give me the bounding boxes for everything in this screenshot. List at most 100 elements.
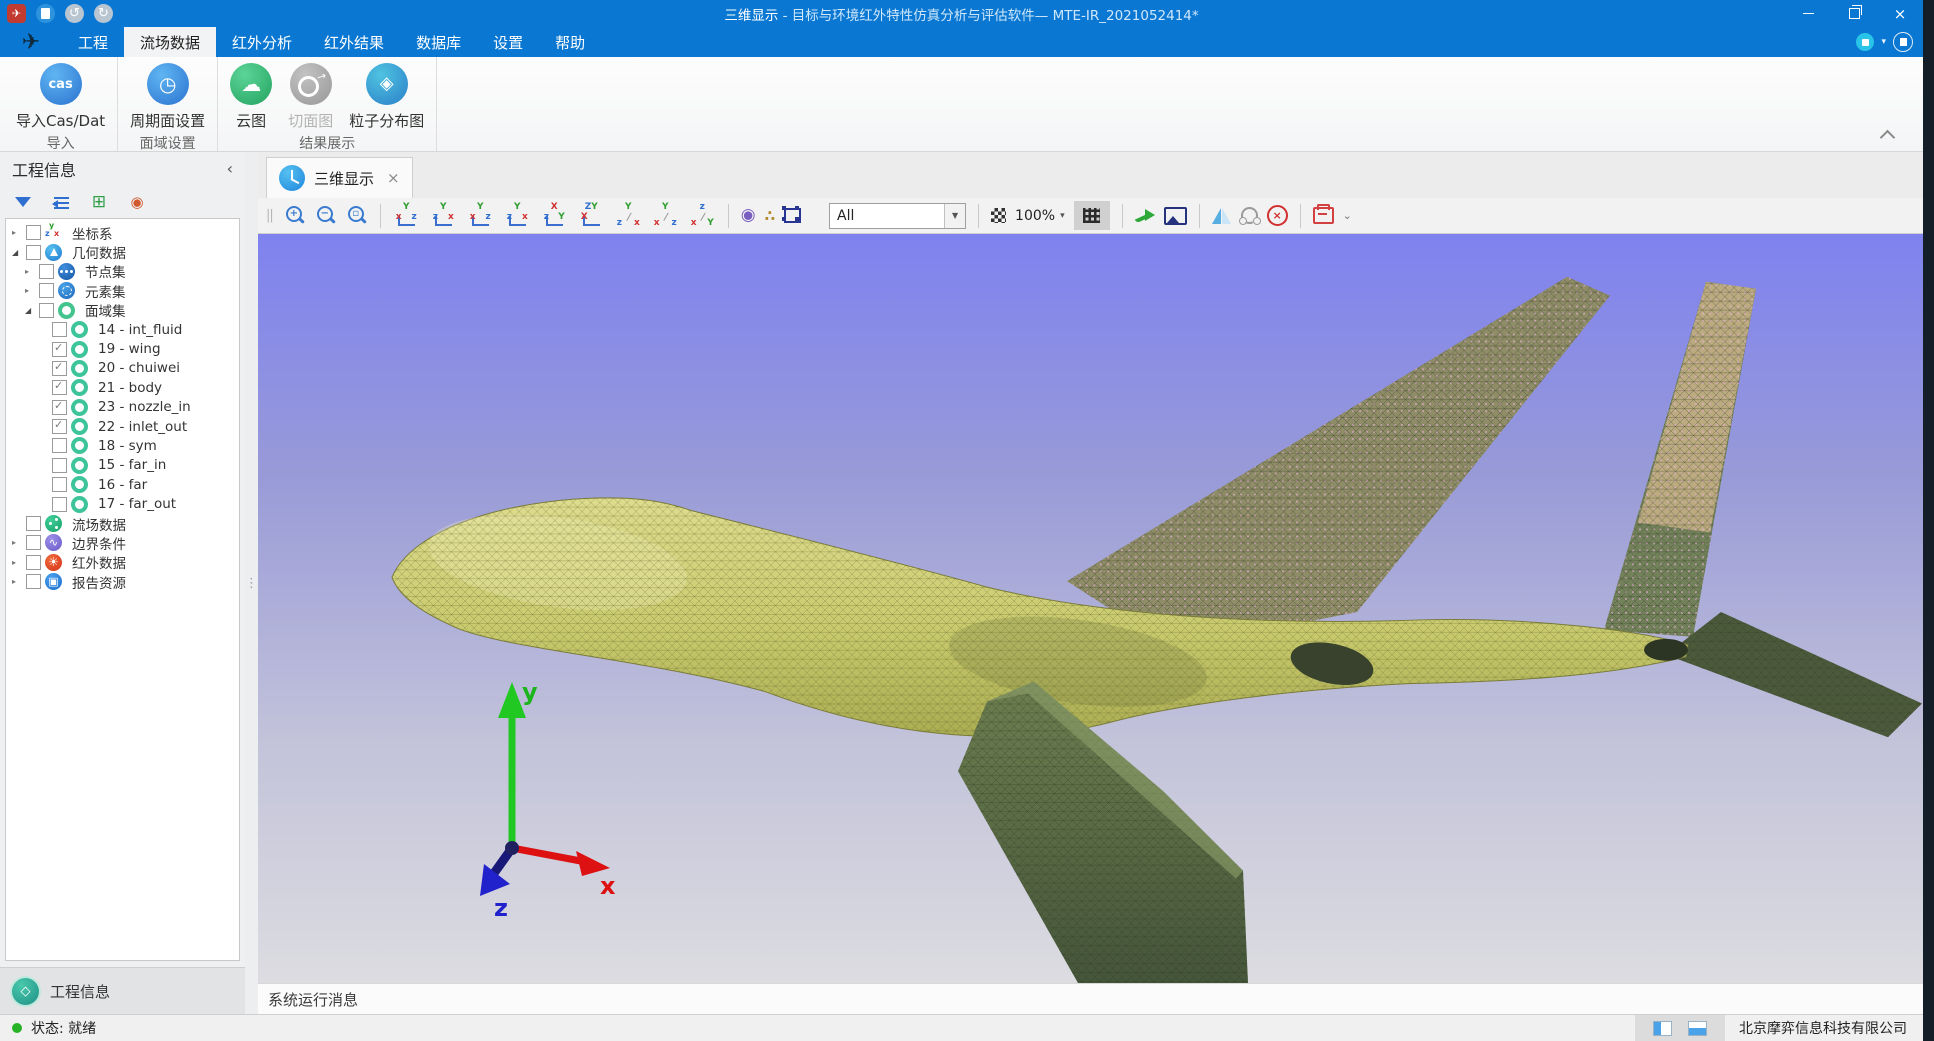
tree-item[interactable]: 15 - far_in [6,456,239,475]
view-top-button[interactable]: XzY [541,203,568,228]
tree-item[interactable]: ▸yzx坐标系 [6,223,239,242]
tree-item[interactable]: 18 - sym [6,436,239,455]
visibility-checkbox[interactable] [26,245,41,260]
zoom-fit-icon[interactable]: ▫ [346,205,368,227]
mesh-grid-button[interactable] [1074,201,1110,230]
close-icon[interactable]: × [1877,0,1923,27]
menu-item-flowfield-data[interactable]: 流场数据 [124,27,216,57]
tree-item[interactable]: 17 - far_out [6,494,239,513]
menu-item-settings[interactable]: 设置 [477,27,539,57]
visibility-checkbox[interactable] [39,303,54,318]
expander-icon[interactable]: ◢ [25,306,39,315]
3d-viewport[interactable]: y x z [258,234,1923,983]
group-circles-icon[interactable] [1241,207,1258,224]
zoom-caret-icon[interactable]: ▾ [1060,211,1065,221]
molecule-icon[interactable]: ∴ [765,207,775,225]
maximize-icon[interactable] [1831,0,1877,27]
view-iso-1-button[interactable]: Yzx [615,203,642,228]
tree-item[interactable]: 23 - nozzle_in [6,398,239,417]
menu-item-database[interactable]: 数据库 [400,27,477,57]
tree-item[interactable]: ▸元素集 [6,281,239,300]
layout-split-vertical-icon[interactable] [1653,1021,1672,1036]
tree-item[interactable]: 16 - far [6,475,239,494]
export-caret-icon[interactable]: ⌄ [1343,209,1352,222]
view-bottom-button[interactable]: ZYX [578,203,605,228]
tree-item[interactable]: ▸∿边界条件 [6,533,239,552]
tree-item[interactable]: 19 - wing [6,339,239,358]
expander-icon[interactable]: ▸ [25,267,39,276]
select-box-icon[interactable] [784,208,801,223]
periodic-face-button[interactable]: ◷ 周期面设置 [130,63,205,131]
ribbon-collapse-icon[interactable] [1880,130,1896,146]
panel-collapse-icon[interactable]: ‹ [227,161,233,177]
tree-item[interactable]: ▸节点集 [6,262,239,281]
tree-item[interactable]: ◢面域集 [6,301,239,320]
save-icon[interactable] [36,4,55,23]
tree-item[interactable]: 流场数据 [6,514,239,533]
share-arrow-icon[interactable] [1135,208,1155,224]
menu-item-infrared-results[interactable]: 红外结果 [308,27,400,57]
visibility-checkbox[interactable] [39,283,54,298]
visibility-checkbox[interactable] [52,497,67,512]
layout-split-horizontal-icon[interactable] [1688,1021,1707,1036]
mirror-icon[interactable] [1212,207,1232,225]
particle-distribution-button[interactable]: ◈ 粒子分布图 [349,63,424,131]
undo-icon[interactable]: ↺ [65,4,84,23]
visibility-checkbox[interactable] [26,574,41,589]
visibility-checkbox[interactable] [52,322,67,337]
expander-icon[interactable]: ▸ [12,577,26,586]
visibility-checkbox[interactable] [52,438,67,453]
tree-item[interactable]: 14 - int_fluid [6,320,239,339]
tab-close-icon[interactable]: × [387,169,400,187]
visibility-checkbox[interactable] [52,458,67,473]
outdent-list-icon[interactable] [52,194,70,210]
expander-icon[interactable]: ▸ [25,286,39,295]
combo-dropdown-icon[interactable]: ▼ [944,204,965,228]
view-iso-3-button[interactable]: zxY [689,203,716,228]
import-cas-dat-button[interactable]: cas 导入Cas/Dat [16,63,105,131]
snapshot-icon[interactable] [1164,207,1187,225]
zoom-out-icon[interactable]: − [315,205,337,227]
grid-view-icon[interactable]: ⊞ [90,194,108,210]
visibility-checkbox[interactable] [26,225,41,240]
manual-icon[interactable] [1893,32,1913,52]
tree-item[interactable]: 22 - inlet_out [6,417,239,436]
panel-footer-button[interactable]: ◇ 工程信息 [0,967,245,1014]
visibility-checkbox[interactable] [52,419,67,434]
visibility-checkbox[interactable] [26,535,41,550]
visibility-checkbox[interactable] [26,555,41,570]
zoom-level[interactable]: 100% [1015,208,1055,224]
menu-item-infrared-analysis[interactable]: 红外分析 [216,27,308,57]
menu-item-help[interactable]: 帮助 [539,27,601,57]
locate-target-icon[interactable]: ◉ [128,194,146,210]
media-help-icon[interactable] [1856,33,1874,51]
view-right-button[interactable]: Yzx [504,203,531,228]
tab-3d-display[interactable]: 三维显示 × [266,157,413,198]
visibility-checkbox[interactable] [52,477,67,492]
tree-item[interactable]: 21 - body [6,378,239,397]
expander-icon[interactable]: ▸ [12,558,26,567]
expander-icon[interactable]: ◢ [12,248,26,257]
dropdown-caret-icon[interactable]: ▾ [1881,37,1886,47]
zoom-in-icon[interactable]: + [284,205,306,227]
delete-icon[interactable]: × [1267,205,1288,226]
panel-splitter[interactable]: ⋮ [245,152,258,1014]
visibility-checkbox[interactable] [52,361,67,376]
visibility-checkbox[interactable] [52,400,67,415]
filter-icon[interactable] [14,194,32,210]
app-logo-plane-icon[interactable]: ✈ [7,4,26,23]
contour-cloud-button[interactable]: ☁ 云图 [230,63,272,131]
redo-icon[interactable]: ↻ [94,4,113,23]
visibility-checkbox[interactable] [52,380,67,395]
transparency-checker-icon[interactable] [991,208,1006,223]
view-iso-2-button[interactable]: Yxz [652,203,679,228]
view-left-button[interactable]: Yxz [467,203,494,228]
tree-item[interactable]: 20 - chuiwei [6,359,239,378]
view-back-button[interactable]: Yzx [430,203,457,228]
visibility-checkbox[interactable] [39,264,54,279]
display-filter-combo[interactable]: All ▼ [829,203,966,229]
perspective-icon[interactable]: ◉ [741,207,756,224]
minimize-icon[interactable] [1785,0,1831,27]
view-front-button[interactable]: Yxz [393,203,420,228]
tree-item[interactable]: ◢几何数据 [6,242,239,261]
